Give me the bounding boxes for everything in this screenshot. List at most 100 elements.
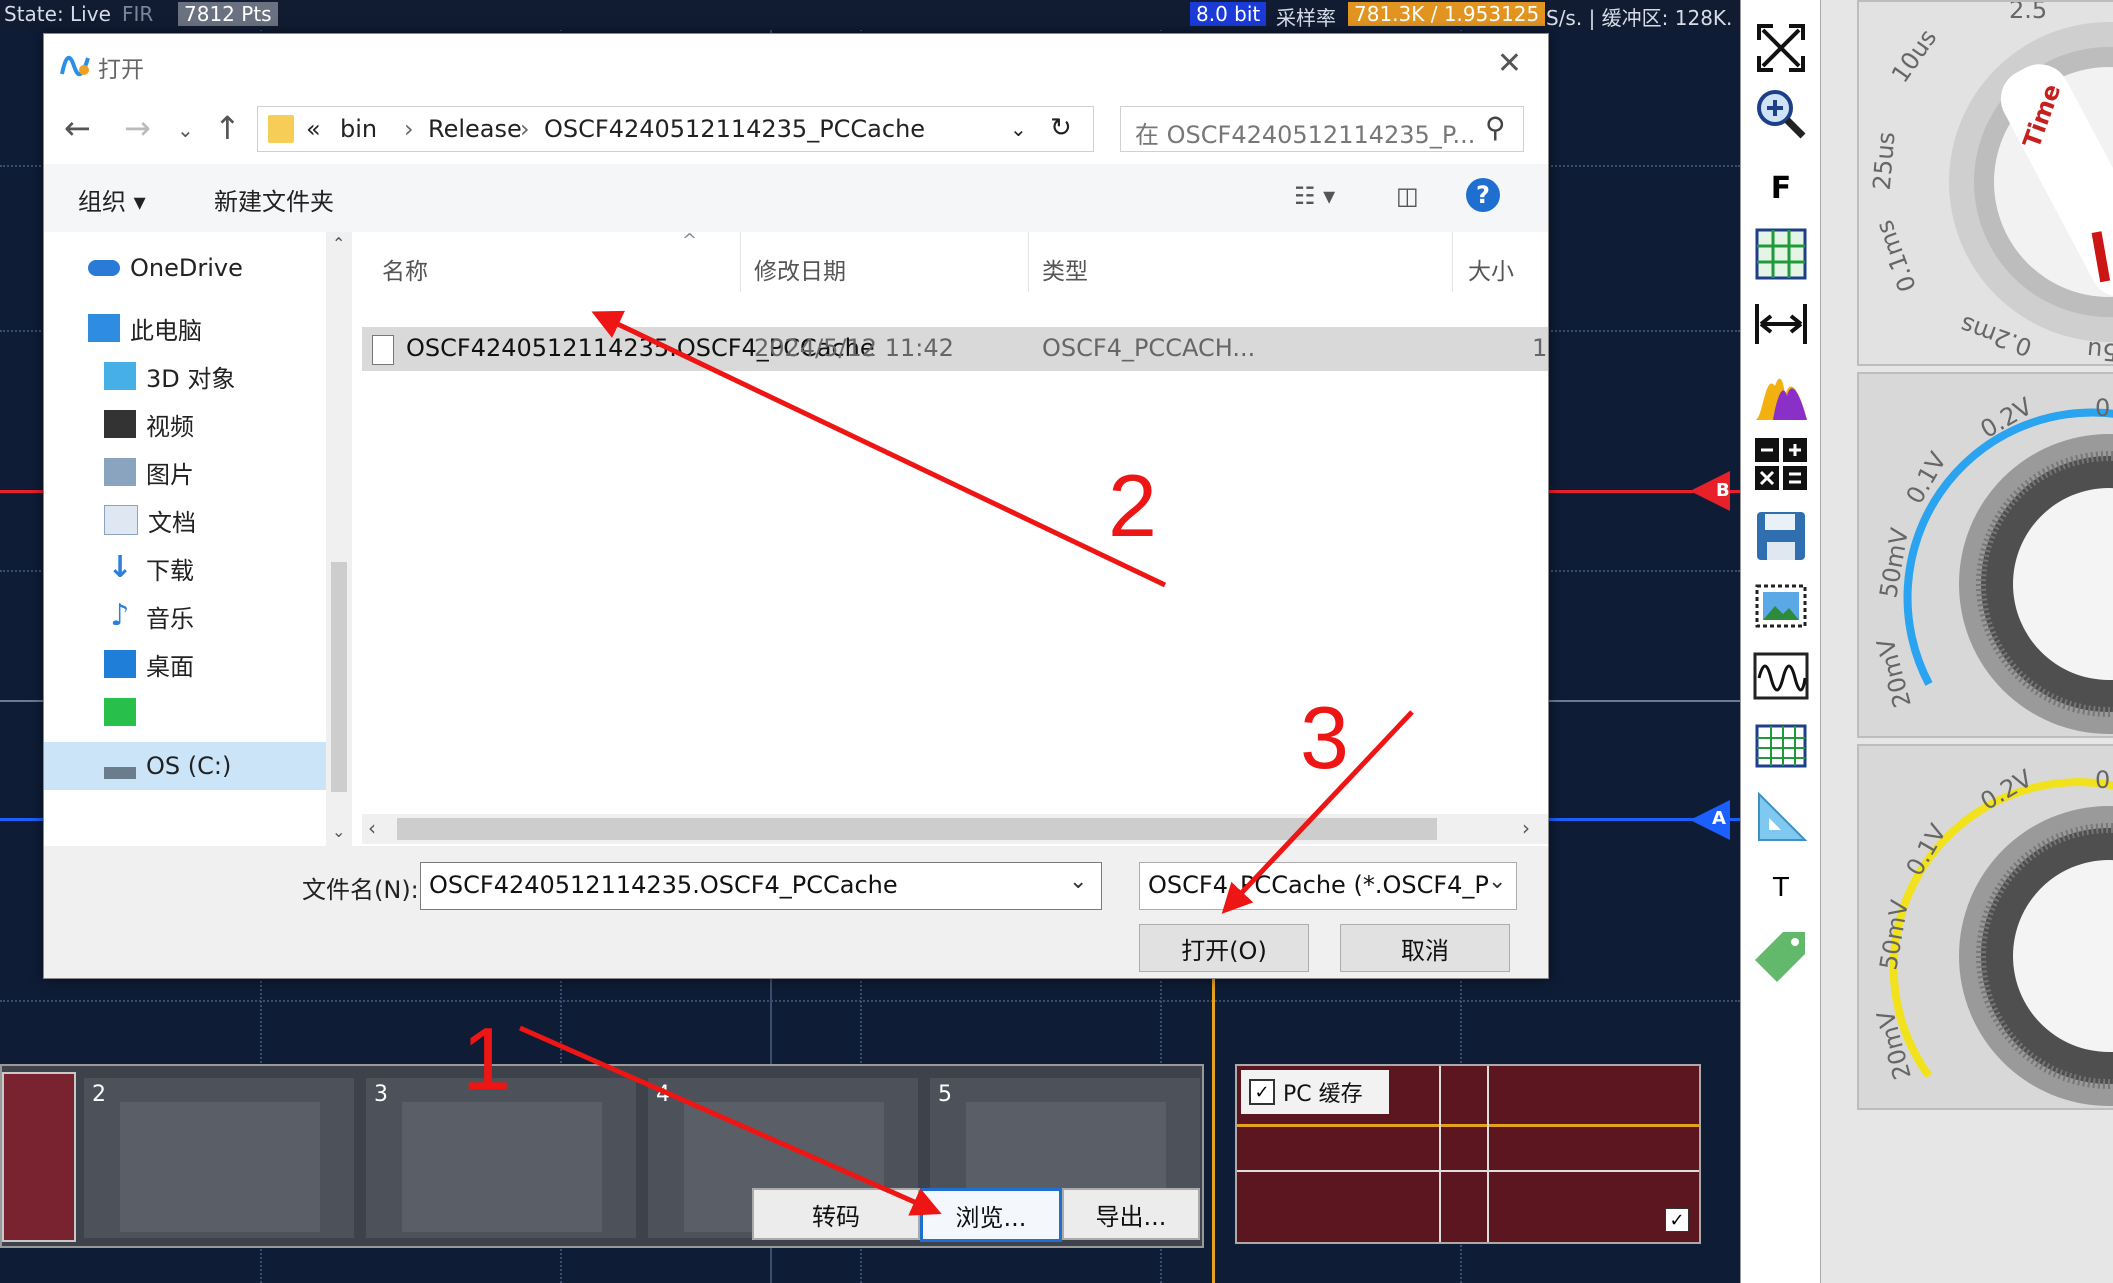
forward-icon[interactable]: → [124, 109, 151, 147]
status-bar: State: Live FIR 7812 Pts 8.0 bit 采样率 781… [0, 0, 1740, 30]
search-icon[interactable]: ⚲ [1485, 111, 1506, 144]
pc-cache-corner-checkbox[interactable]: ✓ [1665, 1208, 1689, 1232]
export-button[interactable]: 导出... [1062, 1188, 1200, 1240]
sample-rate-value: 781.3K / 1.953125 [1348, 2, 1546, 26]
tool-sidebar: F T [1740, 0, 1821, 1283]
address-dropdown-icon[interactable]: ⌄ [1010, 117, 1027, 141]
organize-button[interactable]: 组织 ▾ [78, 182, 146, 217]
sample-rate-label: 采样率 [1276, 6, 1336, 30]
file-list-hscrollbar[interactable]: ‹ › [362, 814, 1548, 844]
download-icon: ↓ [107, 550, 133, 585]
column-separator[interactable] [1452, 232, 1453, 292]
transcode-button[interactable]: 转码 [752, 1188, 920, 1240]
search-box[interactable]: 在 OSCF4240512114235_P... ⚲ [1120, 106, 1524, 152]
scroll-right-icon[interactable]: › [1522, 816, 1530, 840]
nav-item-label: 文档 [148, 508, 196, 537]
filename-label: 文件名(N): [302, 876, 419, 904]
pc-cache-toggle[interactable]: ✓ PC 缓存 [1241, 1070, 1389, 1114]
column-name-header[interactable]: 名称 [382, 252, 428, 286]
ruler-triangle-icon[interactable] [1751, 790, 1811, 846]
preview-pane-icon[interactable]: ◫ [1396, 182, 1419, 210]
pc-cache-panel: ✓ PC 缓存 ✓ [1235, 1064, 1701, 1244]
nav-item-documents[interactable]: 文档 [104, 500, 196, 540]
scroll-down-icon[interactable]: ⌄ [332, 822, 345, 841]
recent-dropdown-icon[interactable]: ⌄ [177, 118, 194, 142]
new-folder-button[interactable]: 新建文件夹 [214, 182, 334, 217]
browse-button[interactable]: 浏览... [920, 1188, 1062, 1242]
back-icon[interactable]: ← [64, 109, 91, 147]
filetype-select[interactable]: OSCF4_PCCache (*.OSCF4_PC ⌄ [1139, 862, 1517, 910]
column-separator[interactable] [740, 232, 741, 292]
sample-rate-unit: S/s. | 缓冲区: 128K. [1546, 6, 1733, 30]
channel-a-knob-panel: 0.2V 0.1V 50mV 20mV 0 [1857, 744, 2113, 1110]
fullscreen-icon[interactable] [1751, 20, 1811, 76]
navigation-pane: OneDrive 此电脑 3D 对象 视频 图片 文档 ↓ 下载 ♪ 音乐 桌面 O… [44, 232, 359, 852]
dialog-footer: 文件名(N): OSCF4240512114235.OSCF4_PCCache … [44, 846, 1548, 978]
up-icon[interactable]: ↑ [214, 109, 241, 147]
filename-dropdown-icon[interactable]: ⌄ [1069, 869, 1087, 894]
measure-width-icon[interactable] [1751, 296, 1811, 352]
hscroll-thumb[interactable] [397, 818, 1437, 840]
breadcrumb-separator-icon: › [404, 115, 414, 143]
help-icon[interactable]: ? [1466, 178, 1500, 212]
nav-scrollbar[interactable]: ⌃ ⌄ [326, 232, 352, 852]
dialog-title: 打开 [98, 57, 144, 83]
spectrum-icon[interactable] [1751, 366, 1811, 422]
close-icon[interactable]: ✕ [1497, 46, 1522, 81]
grid-icon[interactable] [1751, 226, 1811, 282]
nav-item-this-pc[interactable]: 此电脑 [88, 308, 202, 348]
view-options-icon[interactable]: ☷ ▾ [1294, 182, 1335, 210]
column-modified-header[interactable]: 修改日期 [754, 252, 846, 286]
refresh-icon[interactable]: ↻ [1050, 113, 1072, 143]
nav-item-onedrive[interactable]: OneDrive [88, 248, 243, 288]
calculator-icon[interactable] [1751, 436, 1811, 492]
nav-item-downloads[interactable]: ↓ 下载 [104, 548, 194, 588]
address-bar[interactable]: « bin › Release › OSCF4240512114235_PCCa… [257, 106, 1094, 152]
table-icon[interactable] [1751, 718, 1811, 774]
filename-value[interactable]: OSCF4240512114235.OSCF4_PCCache [429, 871, 898, 899]
breadcrumb-item[interactable]: bin [340, 115, 377, 143]
nav-item-os-c[interactable]: OS (C:) [104, 746, 231, 786]
file-row[interactable]: OSCF4240512114235.OSCF4_PCCache 2024/5/1… [362, 327, 1548, 371]
nav-item-desktop[interactable]: 桌面 [104, 644, 194, 684]
column-separator[interactable] [1028, 232, 1029, 292]
picture-icon [104, 458, 136, 486]
search-input[interactable]: 在 OSCF4240512114235_P... [1135, 115, 1475, 150]
thumbnail-number: 2 [92, 1082, 106, 1107]
nav-item-music[interactable]: ♪ 音乐 [104, 596, 194, 636]
column-type-header[interactable]: 类型 [1042, 252, 1088, 286]
zoom-in-icon[interactable] [1751, 86, 1811, 142]
tag-icon[interactable] [1751, 930, 1811, 986]
nav-item-pictures[interactable]: 图片 [104, 452, 194, 492]
scroll-left-icon[interactable]: ‹ [368, 816, 376, 840]
text-icon[interactable]: T [1751, 860, 1811, 916]
breadcrumb-item[interactable]: Release [428, 115, 522, 143]
screenshot-icon[interactable] [1751, 578, 1811, 634]
nav-item-3d-objects[interactable]: 3D 对象 [104, 356, 235, 396]
address-overflow[interactable]: « [306, 115, 321, 143]
fir-text: FIR [122, 2, 154, 26]
file-icon [372, 335, 394, 365]
open-button[interactable]: 打开(O) [1139, 924, 1309, 972]
time-label: 5u [2085, 335, 2113, 366]
filename-input[interactable]: OSCF4240512114235.OSCF4_PCCache ⌄ [420, 862, 1102, 910]
waveform-icon[interactable] [1751, 648, 1811, 704]
font-icon[interactable]: F [1751, 160, 1811, 216]
scroll-up-icon[interactable]: ⌃ [332, 234, 345, 253]
channel-b-knob-panel: 0.2V 0.1V 50mV 20mV 0 [1857, 372, 2113, 738]
nav-item-iqiyi[interactable] [104, 692, 146, 732]
capture-thumbnail[interactable]: 2 [84, 1078, 354, 1238]
capture-thumbnail-active[interactable] [2, 1072, 76, 1242]
annotation-step-2: 2 [1108, 456, 1157, 555]
filetype-dropdown-icon[interactable]: ⌄ [1488, 869, 1506, 894]
pc-cache-checkbox[interactable]: ✓ [1249, 1079, 1275, 1105]
sort-ascending-icon: ^ [682, 230, 698, 251]
column-size-header[interactable]: 大小 [1468, 252, 1514, 286]
nav-scroll-thumb[interactable] [331, 562, 347, 792]
nav-item-videos[interactable]: 视频 [104, 404, 194, 444]
trigger-cursor-line[interactable] [1212, 975, 1215, 1283]
breadcrumb-item[interactable]: OSCF4240512114235_PCCache [544, 115, 925, 143]
cancel-button[interactable]: 取消 [1340, 924, 1510, 972]
save-icon[interactable] [1751, 508, 1811, 564]
nav-item-label: 此电脑 [130, 316, 202, 345]
